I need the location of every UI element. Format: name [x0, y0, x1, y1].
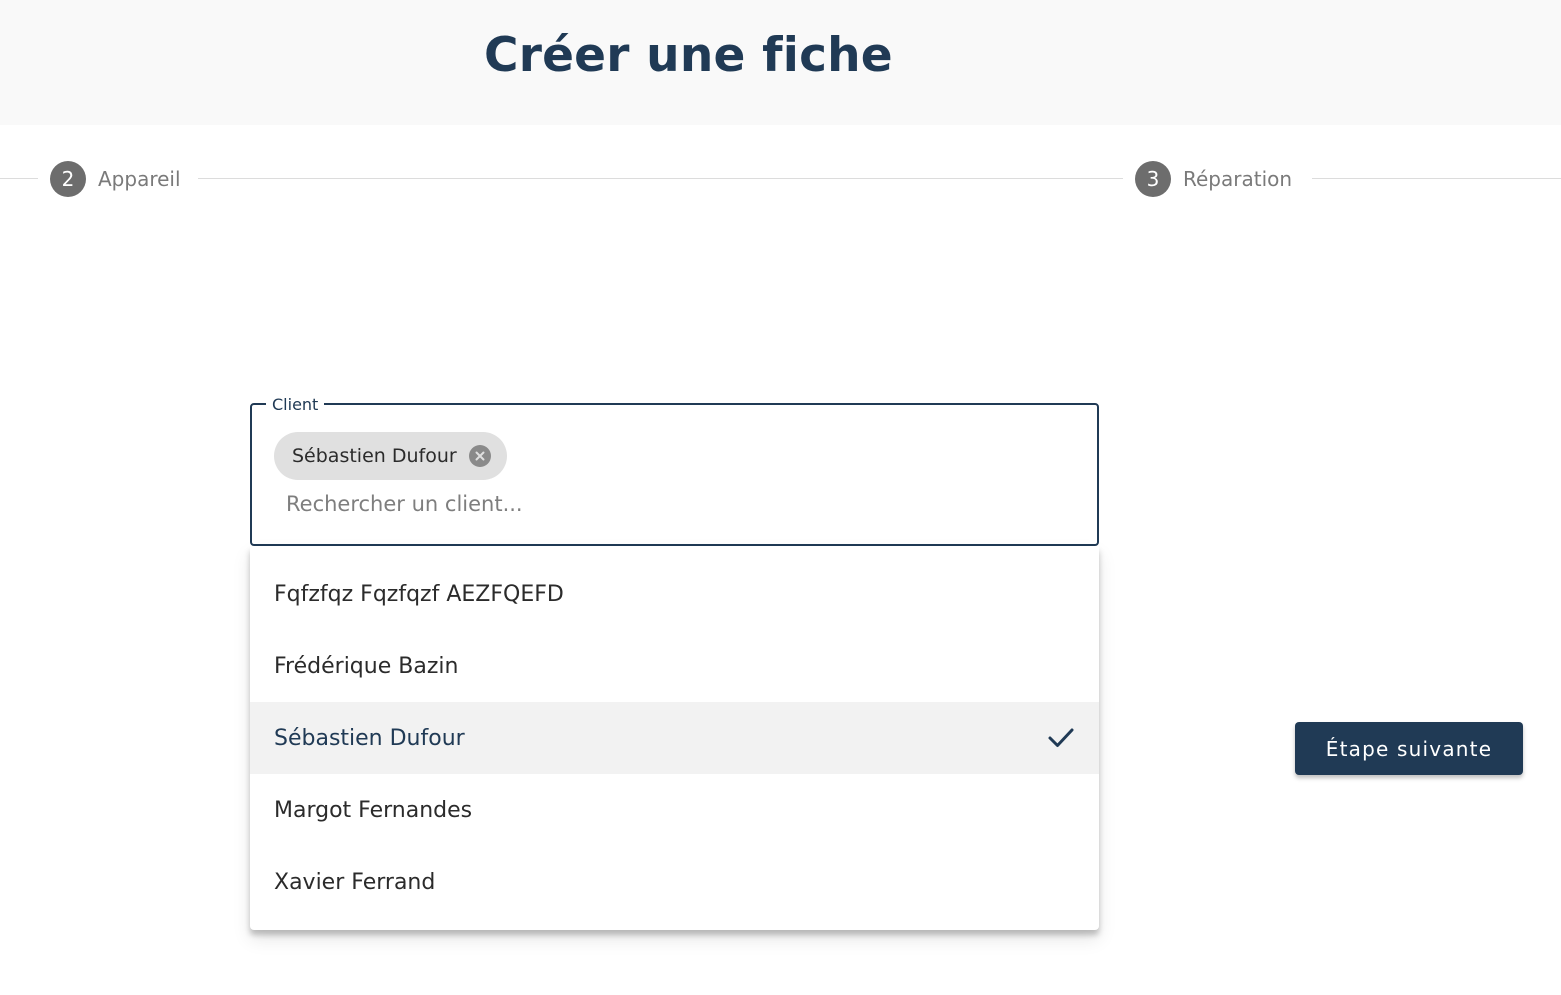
stepper-connector — [1312, 178, 1561, 179]
option-label: Margot Fernandes — [274, 797, 473, 823]
option-label: Fqfzfqz Fqzfqzf AEZFQEFD — [274, 581, 564, 607]
close-glyph — [475, 451, 485, 461]
page: Créer une fiche 2 Appareil 3 Réparation … — [0, 0, 1561, 995]
client-field-label: Client — [266, 394, 325, 416]
client-dropdown-list: Fqfzfqz Fqzfqzf AEZFQEFD Frédérique Bazi… — [250, 546, 1099, 930]
client-option[interactable]: Frédérique Bazin — [250, 630, 1099, 702]
next-step-button[interactable]: Étape suivante — [1295, 722, 1523, 775]
stepper-connector — [198, 178, 1123, 179]
client-search-input[interactable] — [286, 488, 1076, 520]
step-number-appareil: 2 — [50, 161, 86, 197]
selected-client-chip[interactable]: Sébastien Dufour — [274, 432, 507, 480]
page-header: Créer une fiche — [0, 0, 1561, 125]
step-label-reparation: Réparation — [1183, 167, 1293, 191]
client-option[interactable]: Margot Fernandes — [250, 774, 1099, 846]
chip-label: Sébastien Dufour — [292, 445, 457, 467]
check-icon — [1048, 728, 1074, 747]
client-option[interactable]: Fqfzfqz Fqzfqzf AEZFQEFD — [250, 558, 1099, 630]
client-option-selected[interactable]: Sébastien Dufour — [250, 702, 1099, 774]
option-label: Xavier Ferrand — [274, 869, 436, 895]
page-title: Créer une fiche — [484, 28, 893, 83]
option-label: Frédérique Bazin — [274, 653, 459, 679]
step-number-reparation: 3 — [1135, 161, 1171, 197]
close-circle-icon[interactable] — [468, 445, 491, 467]
stepper-connector — [0, 178, 38, 179]
step-label-appareil: Appareil — [98, 167, 181, 191]
client-option[interactable]: Xavier Ferrand — [250, 846, 1099, 918]
option-label: Sébastien Dufour — [274, 725, 465, 751]
